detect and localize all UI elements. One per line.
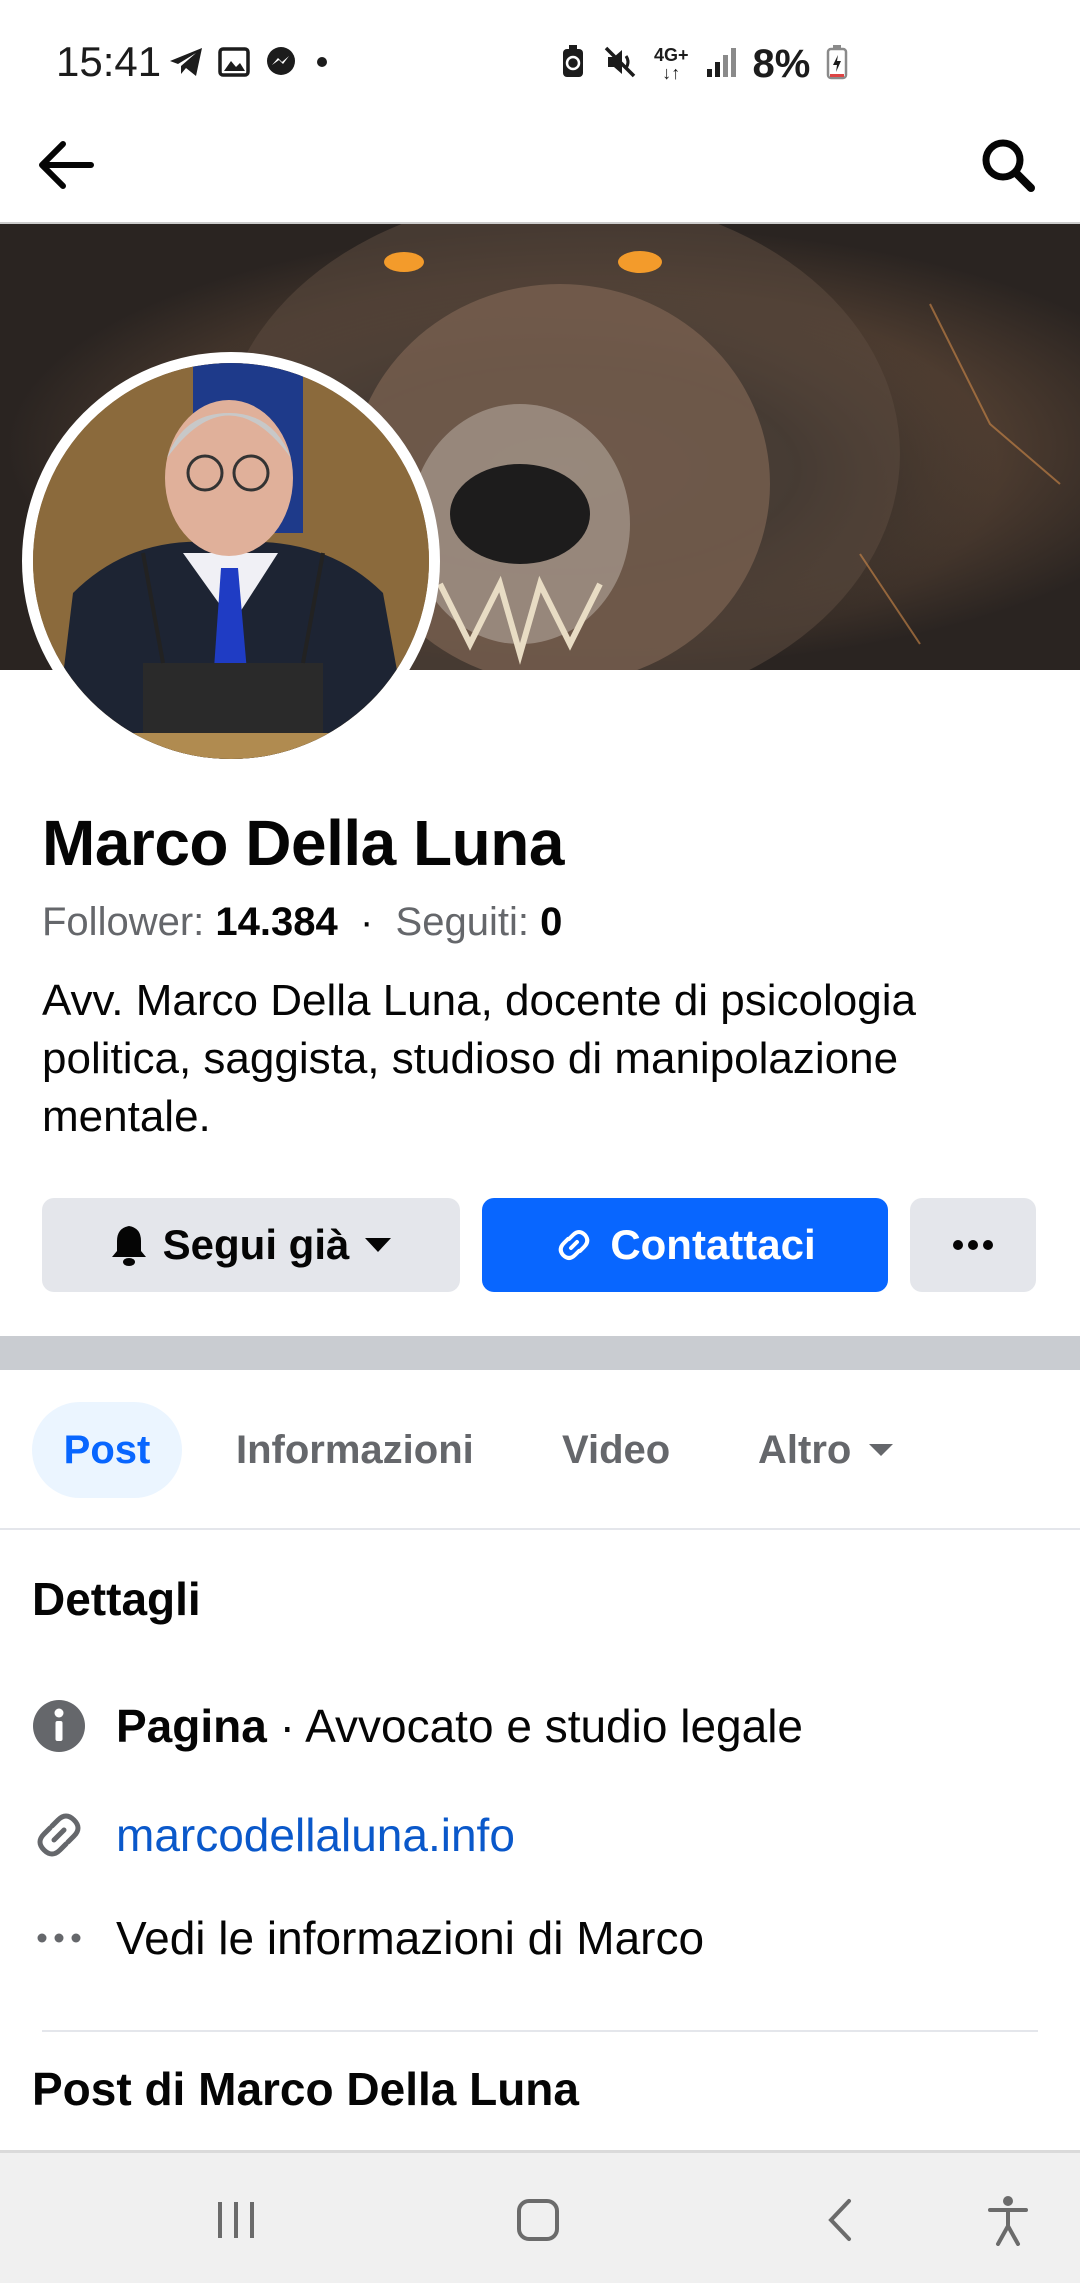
page-label: Pagina — [116, 1700, 267, 1752]
followers-link[interactable]: Follower: 14.384 — [42, 900, 338, 944]
battery-icon — [826, 44, 848, 85]
details-divider — [42, 2030, 1038, 2032]
telegram-icon — [168, 46, 204, 83]
tab-informazioni-label: Informazioni — [236, 1427, 474, 1472]
tab-post-label: Post — [63, 1427, 151, 1472]
profile-stats: Follower: 14.384 · Seguiti: 0 — [42, 900, 562, 945]
page-category: · Avvocato e studio legale — [266, 1700, 803, 1752]
messenger-icon — [264, 45, 298, 84]
arrow-left-icon — [39, 141, 94, 189]
website-link[interactable]: marcodellaluna.info — [116, 1808, 515, 1862]
system-back-button[interactable] — [800, 2180, 880, 2260]
dot-icon — [312, 52, 332, 77]
tab-post[interactable]: Post — [32, 1402, 182, 1498]
detail-page-text: Pagina · Avvocato e studio legale — [116, 1699, 803, 1753]
gallery-icon — [218, 46, 250, 83]
more-options-button[interactable] — [910, 1198, 1036, 1292]
recent-apps-icon — [218, 2202, 254, 2238]
system-icons: 4G+ ↓↑ 8% — [560, 42, 848, 86]
bell-icon — [111, 1226, 146, 1266]
followers-label: Follower: — [42, 900, 205, 944]
contact-button[interactable]: Contattaci — [482, 1198, 888, 1292]
stats-separator: · — [359, 900, 374, 944]
network-icon: 4G+ ↓↑ — [654, 45, 689, 83]
recent-apps-button[interactable] — [196, 2180, 276, 2260]
followers-count: 14.384 — [215, 900, 338, 944]
section-separator — [0, 1336, 1080, 1370]
signal-icon — [705, 45, 737, 84]
status-bar: 15:41 4G+ ↓↑ 8% — [0, 0, 1080, 130]
profile-avatar[interactable] — [22, 352, 440, 770]
following-button-label: Segui già — [162, 1221, 350, 1268]
posts-section-title: Post di Marco Della Luna — [32, 2063, 579, 2115]
battery-saver-icon — [560, 44, 586, 85]
tab-altro[interactable]: Altro — [758, 1402, 895, 1498]
battery-percent: 8% — [752, 41, 811, 86]
following-label: Seguiti: — [395, 900, 529, 944]
link-icon — [32, 1808, 86, 1862]
caret-down-icon — [365, 1238, 392, 1252]
tabs-divider — [0, 1528, 1080, 1530]
search-button[interactable] — [968, 130, 1048, 200]
following-count: 0 — [540, 900, 563, 944]
contact-button-label: Contattaci — [610, 1221, 816, 1268]
more-dots-icon — [953, 1240, 993, 1250]
accessibility-button[interactable] — [968, 2180, 1048, 2260]
info-icon — [32, 1699, 86, 1753]
tab-video[interactable]: Video — [562, 1402, 670, 1498]
profile-name: Marco Della Luna — [42, 807, 564, 879]
tab-informazioni[interactable]: Informazioni — [236, 1402, 474, 1498]
back-button[interactable] — [26, 130, 106, 200]
search-icon — [982, 139, 1035, 192]
see-info-label: Vedi le informazioni di Marco — [116, 1912, 705, 1964]
profile-bio: Avv. Marco Della Luna, docente di psicol… — [42, 976, 916, 1141]
person-photo — [33, 363, 429, 759]
home-icon — [517, 2199, 559, 2241]
status-time: 15:41 — [56, 38, 162, 85]
link-icon — [559, 1230, 590, 1260]
network-type: 4G+ — [654, 45, 689, 65]
detail-page-category: Pagina · Avvocato e studio legale — [32, 1686, 803, 1766]
more-dots-icon — [32, 1911, 86, 1965]
following-button[interactable]: Segui già — [42, 1198, 460, 1292]
detail-website[interactable]: marcodellaluna.info — [32, 1795, 515, 1875]
chevron-left-icon — [828, 2199, 851, 2241]
avatar-photo — [33, 363, 429, 759]
notification-icons — [168, 44, 332, 84]
following-link[interactable]: Seguiti: 0 — [396, 900, 563, 944]
tab-altro-label: Altro — [758, 1427, 852, 1472]
caret-down-icon — [869, 1444, 894, 1456]
accessibility-icon — [988, 2196, 1028, 2246]
tab-video-label: Video — [562, 1427, 671, 1472]
details-title: Dettagli — [32, 1573, 201, 1625]
detail-see-info[interactable]: Vedi le informazioni di Marco — [32, 1898, 704, 1978]
mute-icon — [602, 44, 638, 85]
home-button[interactable] — [498, 2180, 578, 2260]
